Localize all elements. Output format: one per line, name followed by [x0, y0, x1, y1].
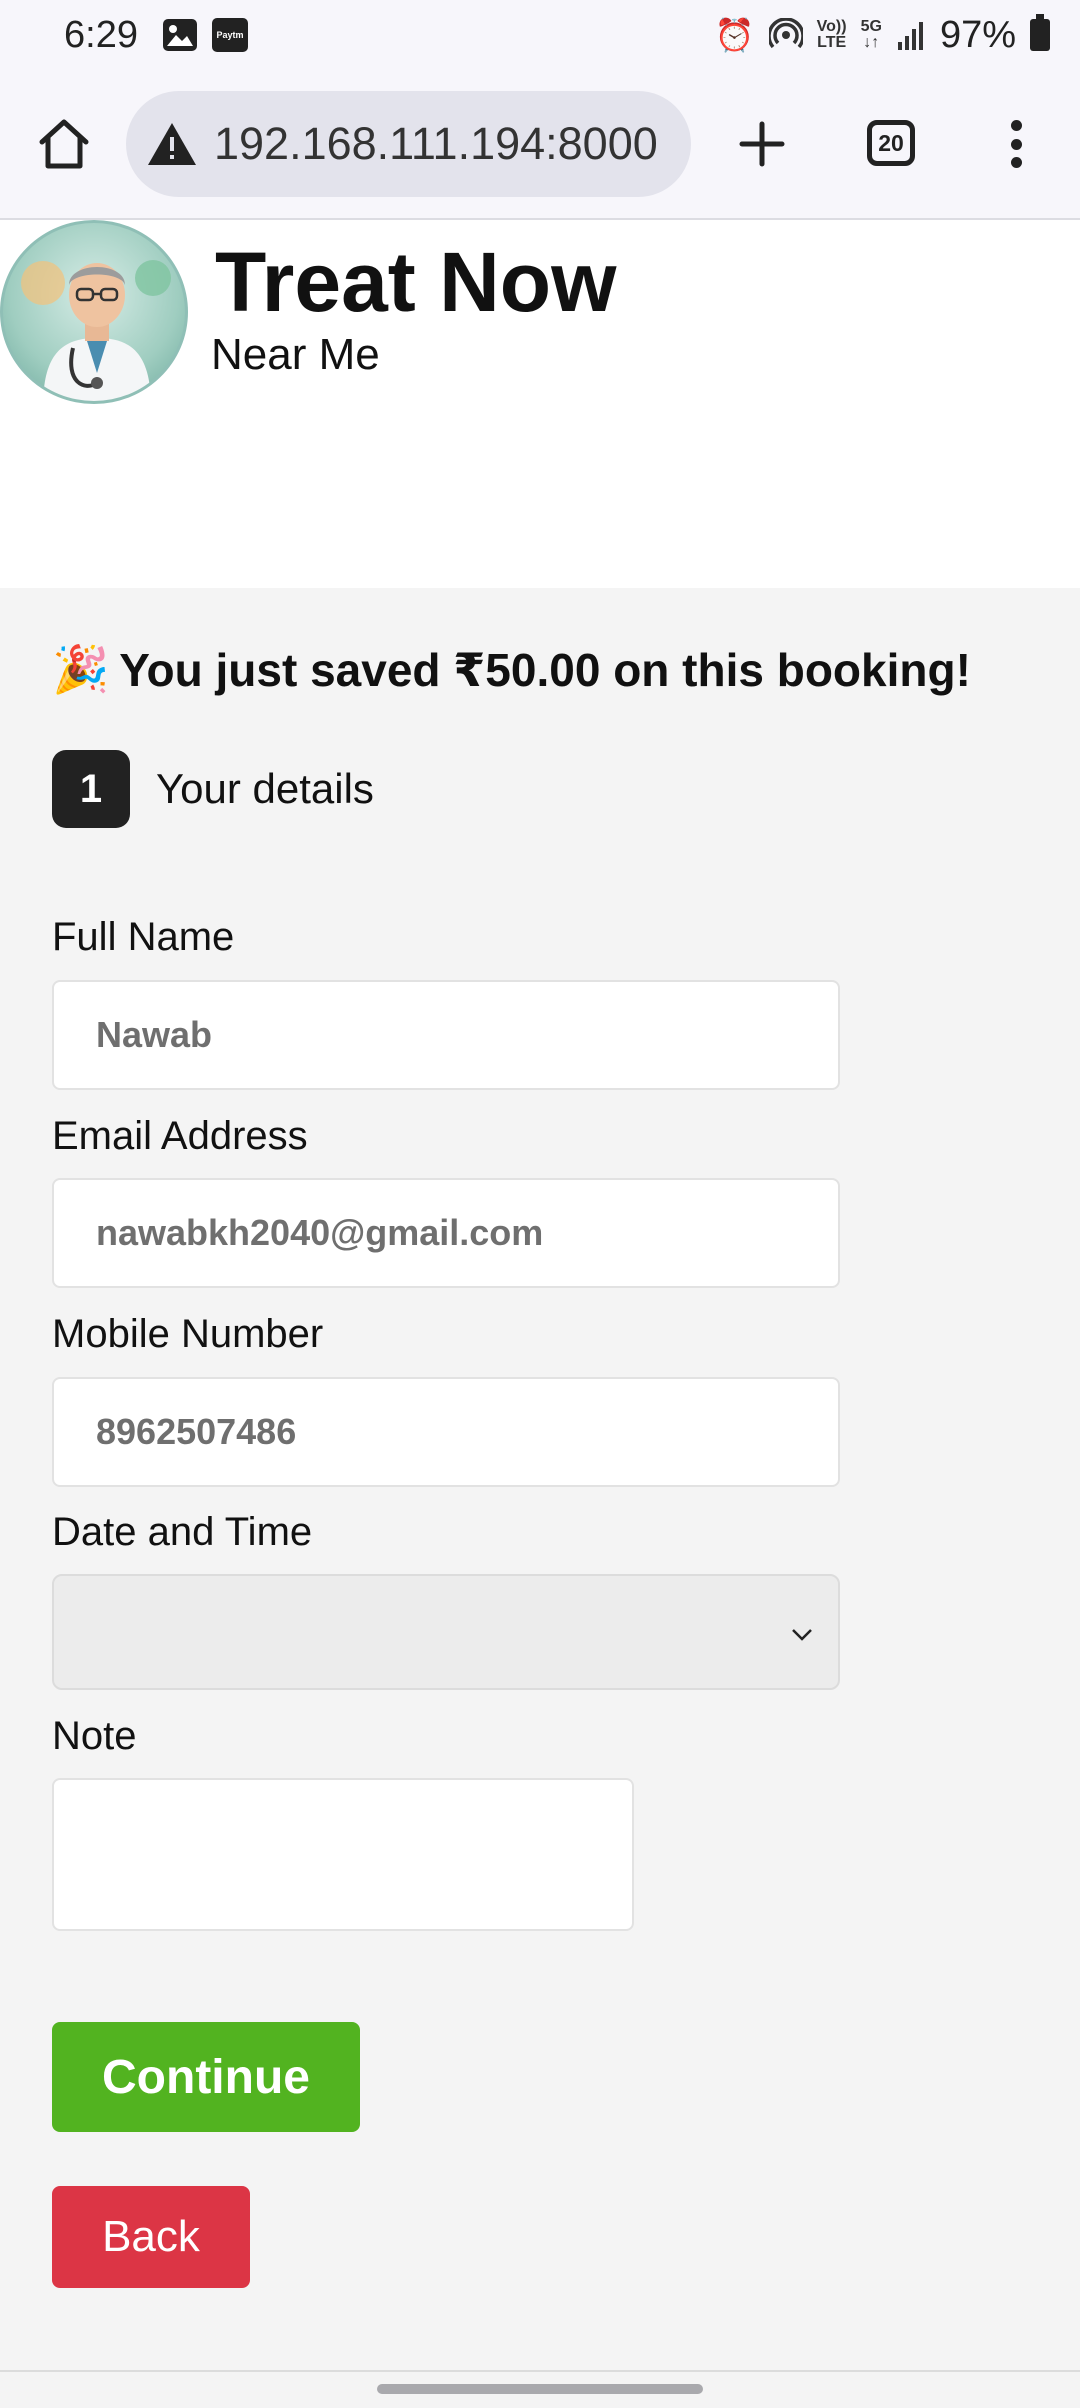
browser-toolbar: 192.168.111.194:8000 20 [0, 70, 1080, 220]
note-label: Note [52, 1714, 137, 1758]
image-icon [162, 19, 197, 51]
booking-form-section: 🎉 You just saved ₹50.00 on this booking!… [0, 588, 1080, 2370]
email-label: Email Address [52, 1114, 308, 1158]
brand-subtitle: Near Me [211, 330, 380, 379]
back-button[interactable]: Back [52, 2186, 250, 2288]
more-menu-icon[interactable] [1006, 120, 1026, 168]
divider [0, 2370, 1080, 2372]
datetime-label: Date and Time [52, 1510, 313, 1554]
signal-icon [897, 22, 923, 50]
doctor-avatar [0, 220, 188, 404]
hotspot-icon [768, 18, 803, 49]
status-right: ⏰ Vo)) LTE 5G ↓↑ 97% [715, 14, 1050, 57]
warning-icon[interactable] [146, 121, 198, 167]
mobile-label: Mobile Number [52, 1312, 324, 1356]
full-name-label: Full Name [52, 915, 235, 959]
url-text[interactable]: 192.168.111.194:8000 [214, 118, 658, 170]
home-icon[interactable] [36, 116, 92, 172]
new-tab-icon[interactable] [734, 116, 790, 172]
5g-indicator: 5G ↓↑ [860, 18, 882, 51]
savings-banner: 🎉 You just saved ₹50.00 on this booking! [52, 642, 971, 697]
status-bar: 6:29 Paytm ⏰ Vo)) LTE 5G ↓↑ 97% [0, 0, 1080, 70]
mobile-input[interactable] [52, 1377, 840, 1487]
status-time: 6:29 [64, 13, 138, 56]
paytm-icon: Paytm [211, 18, 248, 52]
continue-button[interactable]: Continue [52, 2022, 360, 2132]
step-number: 1 [52, 750, 130, 828]
site-header: Treat Now Near Me [0, 220, 1080, 588]
brand-title: Treat Now [215, 235, 617, 329]
datetime-select[interactable] [52, 1574, 840, 1690]
home-indicator[interactable] [377, 2384, 703, 2394]
notification-icons: Paytm [162, 18, 248, 52]
note-textarea[interactable] [52, 1778, 634, 1931]
party-popper-icon: 🎉 [52, 643, 110, 695]
tab-switcher-button[interactable]: 20 [867, 120, 915, 166]
full-name-input[interactable] [52, 980, 840, 1090]
battery-percent: 97% [939, 13, 1016, 56]
alarm-icon: ⏰ [714, 17, 755, 53]
savings-text: You just saved ₹50.00 on this booking! [119, 643, 971, 696]
chevron-down-icon [792, 1629, 812, 1641]
address-bar[interactable]: 192.168.111.194:8000 [126, 91, 691, 197]
battery-icon [1030, 14, 1050, 51]
email-input[interactable] [52, 1178, 840, 1288]
step-indicator: 1 Your details [52, 750, 374, 828]
step-label: Your details [156, 765, 374, 812]
volte-indicator: Vo)) LTE [816, 18, 847, 51]
